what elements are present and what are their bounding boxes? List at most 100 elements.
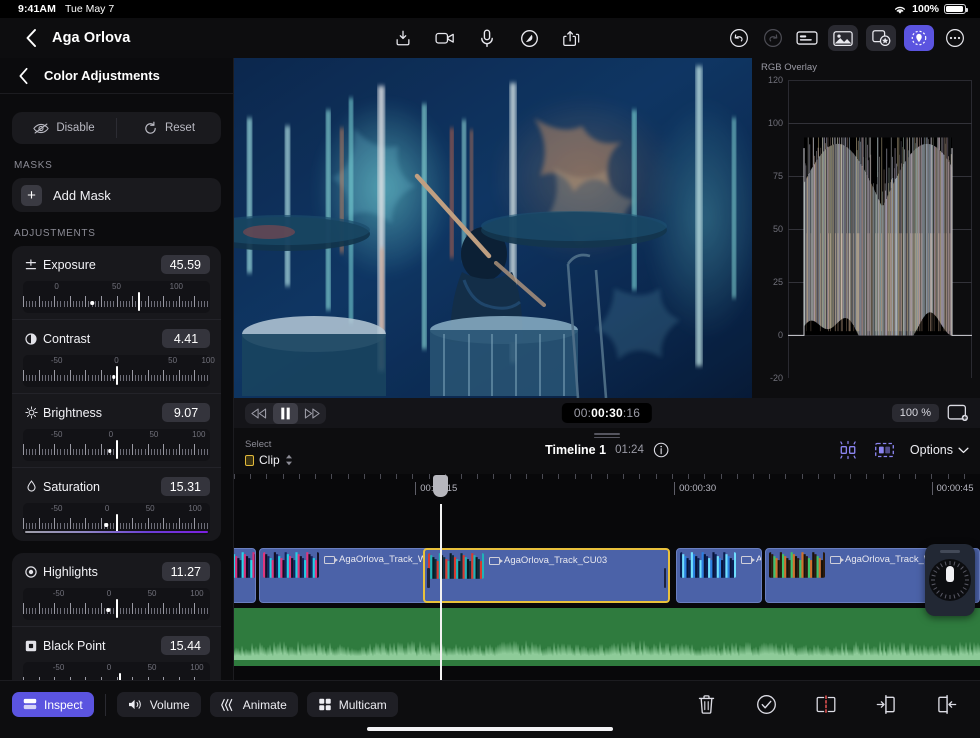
picture-in-picture-icon[interactable] (947, 404, 969, 422)
fast-forward-icon[interactable] (298, 403, 326, 424)
timeline-header: Select Clip Timeline 1 01:24 (234, 428, 980, 474)
slider-knob[interactable] (119, 673, 121, 680)
timecode-minutes: 00 (591, 406, 605, 420)
adjustment-brightness[interactable]: Brightness9.07-50050100 (12, 393, 221, 467)
jog-tick (965, 580, 969, 581)
slider-knob[interactable] (116, 599, 118, 618)
redo-icon[interactable] (760, 25, 786, 51)
rgb-overlay-scope[interactable]: RGB Overlay 1201007550250-20 (752, 58, 980, 398)
zoom-level[interactable]: 100 % (892, 404, 939, 422)
sidebar-back-button[interactable] (8, 67, 38, 85)
select-value: Clip (259, 453, 280, 467)
playhead-timecode[interactable]: 00:00:30:16 (562, 403, 652, 423)
adjustment-slider[interactable]: 050100 (23, 281, 210, 313)
clip-thumbnail (263, 552, 319, 578)
jog-tick (950, 561, 951, 565)
adjustment-highlights[interactable]: Highlights 11.27 -50050100 (12, 553, 221, 626)
adjustment-value[interactable]: 15.44 (161, 636, 210, 655)
split-clip-icon[interactable] (814, 692, 838, 716)
wifi-icon (893, 4, 907, 15)
video-preview[interactable] (234, 58, 752, 398)
clip-thumbnail (769, 552, 825, 578)
adjustment-value[interactable]: 45.59 (161, 255, 210, 274)
timeline-ruler[interactable]: 00:00:1500:00:3000:00:45 (234, 474, 980, 504)
adjustment-value[interactable]: 9.07 (162, 403, 210, 422)
adjustment-label: Exposure (43, 258, 96, 272)
project-back-button[interactable] (14, 21, 48, 55)
adjustment-black-point[interactable]: Black Point15.44-50050100 (12, 626, 221, 680)
timeline-clip[interactable]: Ag... (234, 548, 256, 603)
inspect-icon (23, 698, 37, 711)
dial-icon[interactable] (929, 559, 971, 601)
bottom-actions (694, 692, 958, 716)
trim-end-icon[interactable] (934, 692, 958, 716)
jog-wheel[interactable] (925, 544, 975, 616)
bottom-tab-animate[interactable]: Animate (210, 692, 298, 717)
options-label: Options (910, 443, 953, 457)
battery-icon (944, 4, 966, 14)
audio-track-clip[interactable] (234, 608, 980, 666)
adjustment-value[interactable]: 11.27 (162, 562, 210, 581)
adjustment-slider[interactable]: -50050100 (23, 355, 210, 387)
bottom-tab-inspect[interactable]: Inspect (12, 692, 94, 717)
status-time: 9:41AM (18, 3, 56, 15)
adjustment-value[interactable]: 4.41 (162, 329, 210, 348)
jog-grip[interactable] (940, 550, 960, 553)
adjustment-contrast[interactable]: Contrast 4.41 -50050100 (12, 319, 221, 393)
add-mask-button[interactable]: + Add Mask (12, 178, 221, 212)
adjustment-value[interactable]: 15.31 (161, 477, 210, 496)
jog-tick (933, 570, 937, 573)
snapping-icon[interactable] (837, 440, 859, 460)
import-media-icon[interactable] (390, 25, 416, 51)
adjustment-label: Contrast (43, 332, 90, 346)
adjustment-slider[interactable]: -50050100 (23, 662, 210, 680)
disable-button[interactable]: Disable (12, 112, 116, 144)
clip-name: AgaOrlova_Track_CU03 (504, 555, 607, 566)
bottom-tab-label: Volume (150, 698, 190, 712)
adjustment-slider[interactable]: -50050100 (23, 588, 210, 620)
timeline-tracks[interactable]: Ag...AgaOrlova_Track_Wid... AgaOrlova_Tra… (234, 504, 980, 680)
record-video-icon[interactable] (432, 25, 458, 51)
panel-resize-handle[interactable] (594, 433, 620, 440)
clip-appearance-icon[interactable] (874, 440, 895, 460)
timeline-clip[interactable]: AgaOrlova_Track_Wid... (259, 548, 442, 603)
adjustment-slider[interactable]: -50050100 (23, 429, 210, 461)
adjustment-saturation[interactable]: Saturation15.31-50050100 (12, 467, 221, 541)
effects-icon[interactable] (866, 25, 896, 51)
adjustment-label: Highlights (43, 565, 98, 579)
jog-tick (945, 594, 947, 598)
timeline-clip[interactable]: AgaOrlova_Track_CU03 (423, 548, 670, 603)
brightness-icon (23, 406, 39, 419)
sidebar-scroll-area[interactable]: Disable Reset MASKS + Add Mask ADJUSTMEN… (0, 94, 233, 680)
color-adjustments-icon[interactable] (904, 25, 934, 51)
bottom-tab-multicam[interactable]: Multicam (307, 692, 398, 717)
trim-start-icon[interactable] (874, 692, 898, 716)
titles-icon[interactable] (794, 25, 820, 51)
adjustment-exposure[interactable]: Exposure 45.59 050100 (12, 246, 221, 319)
slider-knob[interactable] (116, 440, 118, 459)
playhead-handle[interactable] (433, 475, 448, 497)
share-export-icon[interactable] (558, 25, 584, 51)
more-options-icon[interactable] (942, 25, 968, 51)
reset-button[interactable]: Reset (117, 112, 221, 144)
magic-wand-icon[interactable] (516, 25, 542, 51)
clip-name: A... (756, 554, 762, 565)
media-library-icon[interactable] (828, 25, 858, 51)
blackpoint-icon (23, 640, 39, 652)
timeline-clip[interactable]: A... (676, 548, 762, 603)
adjustment-slider[interactable]: -50050100 (23, 503, 210, 535)
timeline-options-button[interactable]: Options (910, 443, 969, 457)
pause-icon[interactable] (273, 403, 298, 424)
slider-knob[interactable] (116, 366, 118, 385)
rewind-icon[interactable] (245, 403, 273, 424)
delete-icon[interactable] (694, 692, 718, 716)
bottom-tab-volume[interactable]: Volume (117, 692, 201, 717)
undo-icon[interactable] (726, 25, 752, 51)
info-circle-icon[interactable] (653, 442, 669, 458)
reset-arrow-icon (143, 121, 158, 136)
approve-icon[interactable] (754, 692, 778, 716)
slider-knob[interactable] (138, 292, 140, 311)
selection-mode[interactable]: Select Clip (245, 439, 293, 467)
top-navigation-bar: Aga Orlova (0, 18, 980, 58)
record-voiceover-icon[interactable] (474, 25, 500, 51)
